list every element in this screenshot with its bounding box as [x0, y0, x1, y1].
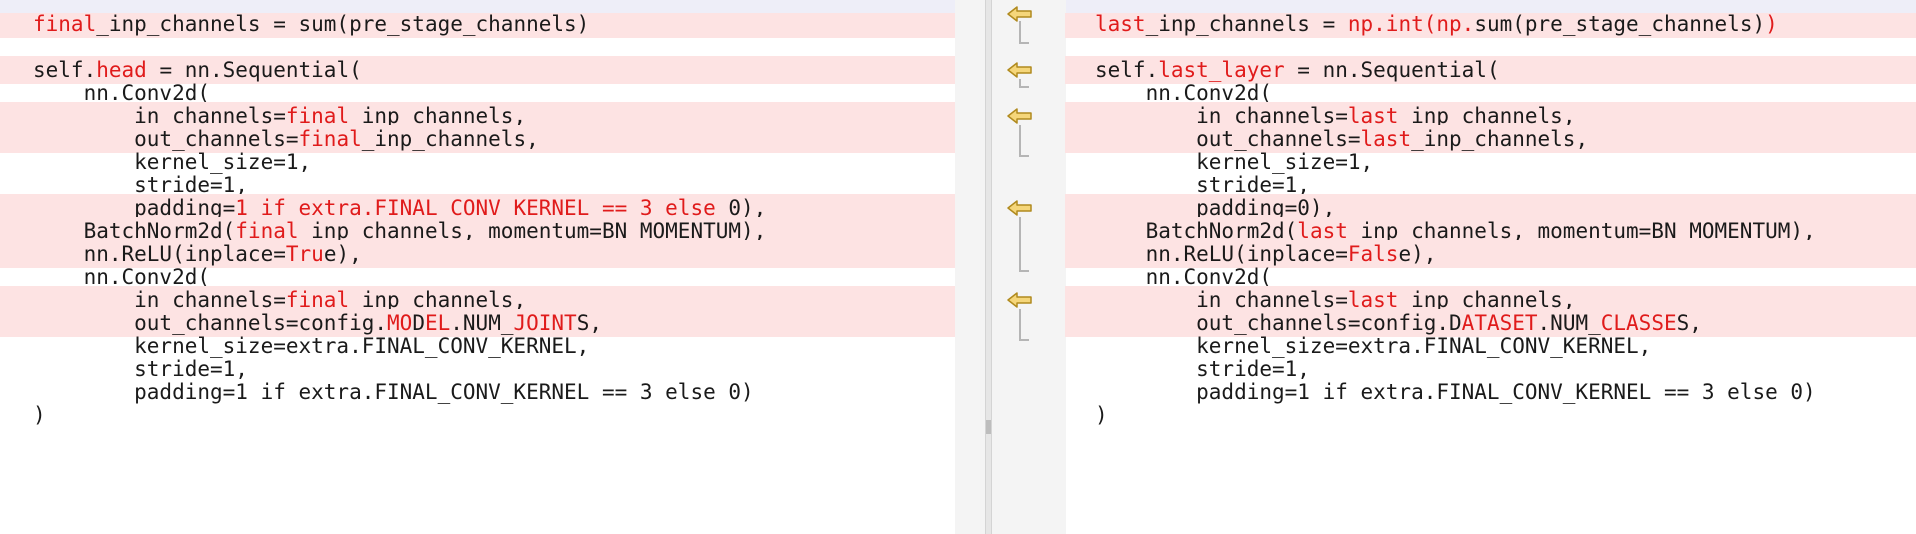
- hunk-bracket: [1019, 125, 1029, 157]
- left-pane-edge: [955, 0, 986, 534]
- left-code-pane[interactable]: final_inp_channels = sum(pre_stage_chann…: [0, 13, 955, 534]
- diff-gutter: [991, 0, 1066, 534]
- hunk-bracket: [1019, 217, 1029, 272]
- code-token: ): [33, 403, 46, 427]
- hunk-bracket: [1019, 309, 1029, 341]
- code-token: ): [1095, 403, 1108, 427]
- merge-left-arrow-icon[interactable]: [1006, 107, 1034, 125]
- merge-left-arrow-icon[interactable]: [1006, 291, 1034, 309]
- hunk-bracket: [1019, 21, 1029, 44]
- merge-left-arrow-icon[interactable]: [1006, 61, 1034, 79]
- hunk-bracket: [1019, 79, 1029, 88]
- right-code-pane[interactable]: last_inp_channels = np.int(np.sum(pre_st…: [1065, 13, 1916, 534]
- merge-left-arrow-icon[interactable]: [1006, 199, 1034, 217]
- left-code-line[interactable]: ): [0, 401, 955, 429]
- right-code-line[interactable]: ): [1065, 401, 1916, 429]
